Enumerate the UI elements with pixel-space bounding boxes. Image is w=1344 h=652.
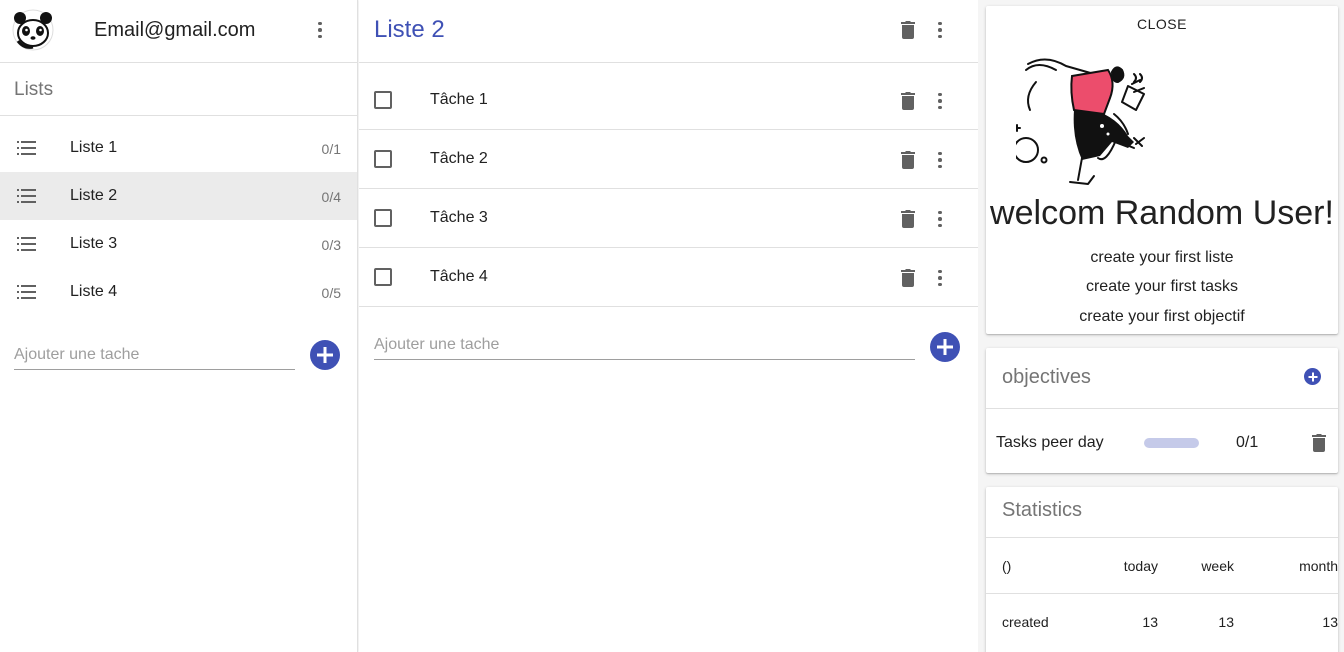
list-count: 0/3: [321, 237, 341, 253]
add-list-input[interactable]: [14, 340, 295, 370]
add-list-form: [14, 340, 340, 372]
add-task-input[interactable]: [374, 330, 915, 360]
objectives-title: objectives: [1002, 366, 1091, 388]
list-count: 0/1: [321, 141, 341, 157]
objectives-header: objectives: [986, 348, 1338, 409]
task-label: Tâche 1: [430, 91, 488, 108]
sidebar-item-liste-3[interactable]: Liste 3 0/3: [0, 220, 357, 268]
objective-count: 0/1: [1236, 434, 1259, 451]
sidebar-item-liste-2[interactable]: Liste 2 0/4: [0, 172, 357, 220]
user-email: Email@gmail.com: [94, 19, 256, 41]
task-checkbox[interactable]: [374, 91, 392, 109]
delete-task-icon[interactable]: [901, 92, 915, 110]
list-label: Liste 2: [70, 187, 118, 204]
list-icon: [17, 141, 36, 155]
statistics-table: () today week month created 13 13 13: [986, 537, 1338, 649]
table-cell: 13: [1218, 614, 1234, 630]
statistics-card: Statistics () today week month created 1…: [986, 487, 1338, 652]
column-header: today: [1123, 558, 1158, 574]
welcome-hint: create your first liste: [1090, 249, 1234, 266]
add-task-button[interactable]: [930, 332, 960, 362]
table-cell: 13: [1322, 614, 1338, 630]
list-label: Liste 1: [70, 139, 118, 156]
more-vert-icon[interactable]: [928, 148, 952, 172]
close-button[interactable]: CLOSE: [986, 16, 1338, 32]
task-panel-header: Liste 2: [359, 0, 978, 63]
task-row: Tâche 3: [359, 189, 978, 248]
list-icon: [17, 285, 36, 299]
panda-avatar-icon[interactable]: [12, 9, 54, 51]
task-label: Tâche 3: [430, 209, 488, 226]
delete-task-icon[interactable]: [901, 210, 915, 228]
more-vert-icon[interactable]: [928, 207, 952, 231]
delete-task-icon[interactable]: [901, 151, 915, 169]
more-vert-icon[interactable]: [928, 89, 952, 113]
dancing-person-illustration: [1016, 58, 1145, 185]
task-checkbox[interactable]: [374, 150, 392, 168]
task-row: Tâche 1: [359, 71, 978, 130]
sidebar: Email@gmail.com Lists Liste 1 0/1 Liste …: [0, 0, 358, 652]
list-icon: [17, 189, 36, 203]
list-count: 0/5: [321, 285, 341, 301]
task-label: Tâche 2: [430, 150, 488, 167]
add-task-form: [374, 330, 960, 362]
lists-heading: Lists: [0, 63, 357, 116]
table-cell: 13: [1142, 614, 1158, 630]
objective-row: Tasks peer day 0/1: [986, 410, 1338, 472]
column-header: week: [1201, 558, 1234, 574]
sidebar-item-liste-4[interactable]: Liste 4 0/5: [0, 268, 357, 316]
task-label: Tâche 4: [430, 268, 488, 285]
table-header-row: () today week month: [986, 537, 1338, 593]
objectives-card: objectives Tasks peer day 0/1: [986, 348, 1338, 473]
sidebar-item-liste-1[interactable]: Liste 1 0/1: [0, 124, 357, 172]
page-title: Liste 2: [374, 16, 445, 43]
welcome-hint: create your first tasks: [1085, 278, 1239, 295]
list-count: 0/4: [321, 189, 341, 205]
table-cell: created: [1002, 614, 1049, 630]
add-list-button[interactable]: [310, 340, 340, 370]
delete-objective-icon[interactable]: [1312, 434, 1326, 452]
add-objective-button[interactable]: [1304, 368, 1321, 385]
more-vert-icon[interactable]: [928, 266, 952, 290]
list-label: Liste 3: [70, 235, 118, 252]
task-row: Tâche 2: [359, 130, 978, 189]
welcome-card: CLOSE welcom Random User! create your fi…: [986, 6, 1338, 334]
delete-list-icon[interactable]: [901, 21, 915, 39]
task-checkbox[interactable]: [374, 209, 392, 227]
welcome-title: welcom Random User!: [990, 194, 1334, 232]
app: Email@gmail.com Lists Liste 1 0/1 Liste …: [0, 0, 1344, 652]
lists-nav: Liste 1 0/1 Liste 2 0/4 Liste 3 0/3 List…: [0, 116, 357, 316]
column-header: month: [1299, 558, 1338, 574]
column-header: (): [1002, 558, 1012, 574]
task-panel: Liste 2 Tâche 1 Tâche 2 Tâche 3 Tâche 4 …: [359, 0, 978, 652]
objective-progress-bar: [1144, 438, 1199, 448]
list-label: Liste 4: [70, 283, 118, 300]
delete-task-icon[interactable]: [901, 269, 915, 287]
objective-label: Tasks peer day: [996, 434, 1104, 451]
task-row: Tâche 4: [359, 248, 978, 307]
sidebar-header: Email@gmail.com: [0, 0, 357, 63]
more-vert-icon[interactable]: [928, 18, 952, 42]
task-checkbox[interactable]: [374, 268, 392, 286]
list-icon: [17, 237, 36, 251]
more-vert-icon[interactable]: [308, 18, 332, 42]
welcome-hint: create your first objectif: [1079, 308, 1245, 325]
table-row: created 13 13 13: [986, 593, 1338, 649]
right-panel: CLOSE welcom Random User! create your fi…: [978, 0, 1344, 652]
statistics-title: Statistics: [1002, 499, 1083, 521]
task-list: Tâche 1 Tâche 2 Tâche 3 Tâche 4: [359, 63, 978, 307]
lists-heading-label: Lists: [14, 79, 54, 100]
